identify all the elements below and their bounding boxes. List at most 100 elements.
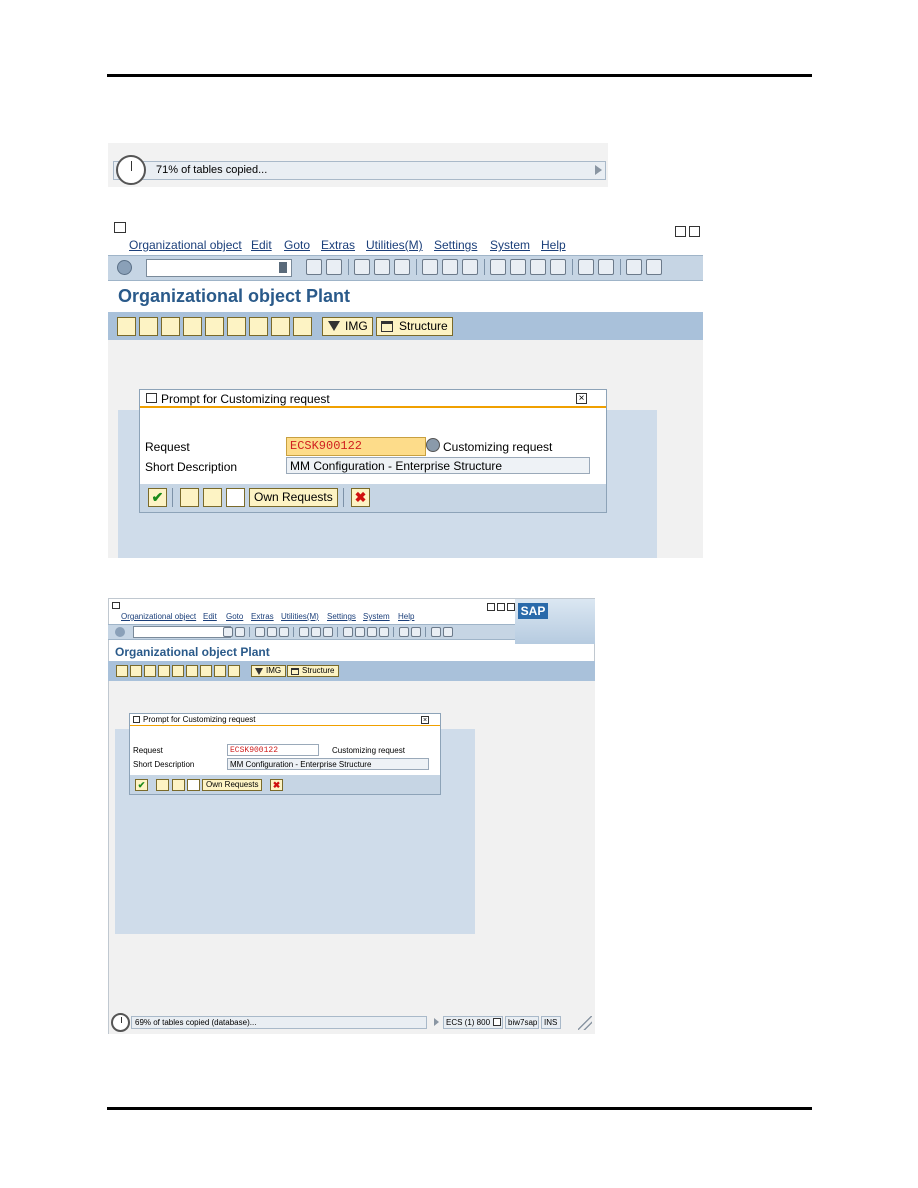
close-icon[interactable]: × [576,393,587,404]
settings-icon[interactable] [249,317,268,336]
own-requests-button[interactable]: Own Requests [249,488,338,507]
menu-utilities[interactable]: Utilities(M) [281,612,319,621]
next-page-icon[interactable] [367,627,377,637]
back-icon[interactable] [255,627,265,637]
back-history-icon[interactable] [306,259,322,275]
display-request-icon[interactable] [172,779,185,791]
help-icon[interactable] [431,627,441,637]
delete-icon[interactable] [183,317,202,336]
last-page-icon[interactable] [550,259,566,275]
img-button[interactable]: IMG [322,317,373,336]
structure-button[interactable]: Structure [376,317,453,336]
help-icon[interactable] [626,259,642,275]
menu-goto[interactable]: Goto [226,612,243,621]
command-field[interactable] [133,626,231,638]
enter-icon[interactable] [115,627,125,637]
menu-utilities[interactable]: Utilities(M) [366,238,423,252]
create-request-icon[interactable] [187,779,200,791]
system-info-icon[interactable] [493,1018,501,1026]
copy-icon[interactable] [139,317,158,336]
resize-grip-icon[interactable] [578,1016,592,1030]
create-request-icon[interactable] [226,488,245,507]
enter-icon[interactable] [117,260,132,275]
execute-icon[interactable] [161,317,180,336]
edit-request-icon[interactable] [180,488,199,507]
command-history-icon[interactable] [279,262,287,273]
minimize-button[interactable] [487,603,495,611]
continue-button[interactable]: ✔ [148,488,167,507]
layout-icon[interactable] [646,259,662,275]
cancel-button[interactable]: ✖ [351,488,370,507]
back-history-icon[interactable] [223,627,233,637]
command-field[interactable] [146,259,292,277]
menu-edit[interactable]: Edit [203,612,217,621]
first-page-icon[interactable] [343,627,353,637]
first-page-icon[interactable] [490,259,506,275]
own-requests-button[interactable]: Own Requests [202,779,263,791]
short-description-field[interactable]: MM Configuration - Enterprise Structure [227,758,429,770]
menu-help[interactable]: Help [398,612,414,621]
shortcut-icon[interactable] [411,627,421,637]
print-icon[interactable] [299,627,309,637]
menu-edit[interactable]: Edit [251,238,272,252]
find-icon[interactable] [311,627,321,637]
next-page-icon[interactable] [530,259,546,275]
info-icon[interactable] [293,317,312,336]
copy-icon[interactable] [130,665,142,677]
request-field[interactable]: ECSK900122 [227,744,319,756]
menu-organizational-object[interactable]: Organizational object [129,238,242,252]
create-session-icon[interactable] [578,259,594,275]
export-icon[interactable] [214,665,226,677]
request-search-icon[interactable] [426,438,440,452]
last-page-icon[interactable] [379,627,389,637]
menu-organizational-object[interactable]: Organizational object [121,612,196,621]
menu-goto[interactable]: Goto [284,238,310,252]
execute-icon[interactable] [144,665,156,677]
change-icon[interactable] [116,665,128,677]
maximize-button[interactable] [689,226,700,237]
request-field[interactable]: ECSK900122 [286,437,426,456]
menu-extras[interactable]: Extras [321,238,355,252]
minimize-button[interactable] [675,226,686,237]
menu-help[interactable]: Help [541,238,566,252]
save-icon[interactable] [235,627,245,637]
exit-icon[interactable] [374,259,390,275]
previous-page-icon[interactable] [510,259,526,275]
menu-system[interactable]: System [490,238,530,252]
layout-icon[interactable] [443,627,453,637]
maximize-button[interactable] [497,603,505,611]
close-icon[interactable]: × [421,716,429,724]
shortcut-icon[interactable] [598,259,614,275]
save-icon[interactable] [326,259,342,275]
edit-request-icon[interactable] [156,779,169,791]
img-button[interactable]: IMG [251,665,287,677]
find-icon[interactable] [442,259,458,275]
transport-icon[interactable] [227,317,246,336]
menu-extras[interactable]: Extras [251,612,274,621]
find-next-icon[interactable] [462,259,478,275]
exit-icon[interactable] [267,627,277,637]
delete-icon[interactable] [158,665,170,677]
create-session-icon[interactable] [399,627,409,637]
export-icon[interactable] [271,317,290,336]
cancel-icon[interactable] [394,259,410,275]
menu-settings[interactable]: Settings [327,612,356,621]
display-request-icon[interactable] [203,488,222,507]
triangle-right-icon[interactable] [595,165,602,175]
continue-button[interactable]: ✔ [135,779,148,791]
close-window-button[interactable] [507,603,515,611]
short-description-field[interactable]: MM Configuration - Enterprise Structure [286,457,590,474]
triangle-right-icon[interactable] [434,1018,439,1026]
cancel-icon[interactable] [279,627,289,637]
menu-system[interactable]: System [363,612,390,621]
transport-icon[interactable] [186,665,198,677]
change-icon[interactable] [117,317,136,336]
info-icon[interactable] [228,665,240,677]
previous-page-icon[interactable] [355,627,365,637]
find-next-icon[interactable] [323,627,333,637]
settings-icon[interactable] [200,665,212,677]
structure-button[interactable]: Structure [287,665,340,677]
back-icon[interactable] [354,259,370,275]
cancel-button[interactable]: ✖ [270,779,283,791]
check-icon[interactable] [205,317,224,336]
